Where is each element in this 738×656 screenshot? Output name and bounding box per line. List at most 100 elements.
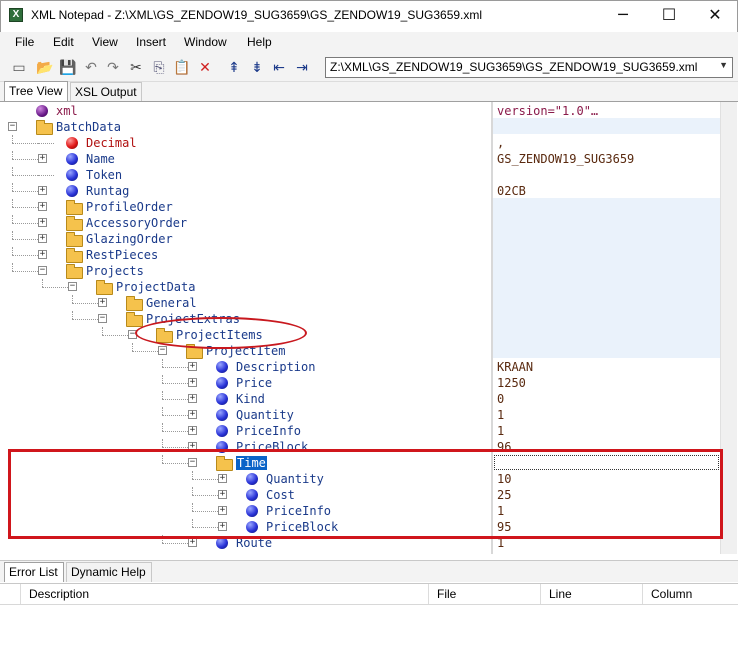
tree-node-name[interactable]: + Name xyxy=(0,151,490,167)
tree-node-token[interactable]: Token xyxy=(0,167,490,183)
save-icon[interactable]: 💾 xyxy=(59,59,77,77)
tree-node-price[interactable]: + Price xyxy=(0,375,490,391)
tree-node-value[interactable]: 1250 xyxy=(497,376,526,390)
tree-node-general[interactable]: + General xyxy=(0,295,490,311)
tree-node-value[interactable]: 02CB xyxy=(497,184,526,198)
menu-help[interactable]: Help xyxy=(247,35,272,49)
column-column[interactable]: Column xyxy=(651,587,692,601)
nudge-down-icon[interactable]: ⇟ xyxy=(248,59,266,77)
nudge-up-icon[interactable]: ⇞ xyxy=(225,59,243,77)
error-list-body xyxy=(0,605,738,656)
folder-icon xyxy=(186,344,203,359)
paste-icon[interactable]: 📋 xyxy=(173,59,191,77)
tree-node-value[interactable]: KRAAN xyxy=(497,360,533,374)
expand-icon[interactable]: + xyxy=(188,394,197,403)
tree-node-value[interactable]: version="1.0"… xyxy=(497,104,598,118)
tree-node-value[interactable]: 1 xyxy=(497,408,504,422)
tree-node-projectdata[interactable]: − ProjectData xyxy=(0,279,490,295)
column-description[interactable]: Description xyxy=(29,587,89,601)
expand-icon[interactable]: + xyxy=(38,202,47,211)
column-file[interactable]: File xyxy=(437,587,456,601)
expand-icon[interactable]: + xyxy=(38,234,47,243)
tree-guide-line xyxy=(12,199,13,207)
expand-icon[interactable]: + xyxy=(38,218,47,227)
menu-edit[interactable]: Edit xyxy=(53,35,74,49)
expand-icon[interactable]: + xyxy=(38,186,47,195)
collapse-icon[interactable]: − xyxy=(68,282,77,291)
nudge-right-icon[interactable]: ⇥ xyxy=(293,59,311,77)
tree-node-label: AccessoryOrder xyxy=(86,216,188,230)
tree-node-value[interactable]: 0 xyxy=(497,392,504,406)
tree-node-restpieces[interactable]: + RestPieces xyxy=(0,247,490,263)
tree-node-decimal[interactable]: Decimal xyxy=(0,135,490,151)
tree-guide-line xyxy=(12,143,40,144)
file-path-value: Z:\XML\GS_ZENDOW19_SUG3659\GS_ZENDOW19_S… xyxy=(330,60,698,74)
folder-icon xyxy=(66,264,83,279)
expand-icon[interactable]: + xyxy=(38,154,47,163)
maximize-button[interactable]: ☐ xyxy=(646,0,692,30)
expand-icon[interactable]: + xyxy=(188,362,197,371)
expand-icon[interactable]: + xyxy=(188,410,197,419)
tree-node-description[interactable]: + Description xyxy=(0,359,490,375)
collapse-icon[interactable]: − xyxy=(98,314,107,323)
tab-dynamic-help[interactable]: Dynamic Help xyxy=(66,562,152,582)
collapse-icon[interactable]: − xyxy=(158,346,167,355)
tree-node-accessoryorder[interactable]: + AccessoryOrder xyxy=(0,215,490,231)
tree-node-xml[interactable]: xml xyxy=(0,103,490,119)
nudge-left-icon[interactable]: ⇤ xyxy=(270,59,288,77)
menu-file[interactable]: File xyxy=(15,35,34,49)
tree-guide-line xyxy=(12,247,13,255)
tree-guide-line xyxy=(12,263,13,271)
tree-node-profileorder[interactable]: + ProfileOrder xyxy=(0,199,490,215)
expand-icon[interactable]: + xyxy=(188,538,197,547)
tab-error-list[interactable]: Error List xyxy=(4,562,64,582)
file-path-combo[interactable]: Z:\XML\GS_ZENDOW19_SUG3659\GS_ZENDOW19_S… xyxy=(325,57,733,78)
collapse-icon[interactable]: − xyxy=(38,266,47,275)
copy-icon[interactable]: ⎘ xyxy=(150,59,168,77)
tree-guide-line xyxy=(132,343,133,351)
column-line[interactable]: Line xyxy=(549,587,572,601)
expand-icon[interactable]: + xyxy=(38,250,47,259)
tree-node-projects[interactable]: − Projects xyxy=(0,263,490,279)
tree-guide-line xyxy=(12,271,40,272)
expand-icon[interactable]: + xyxy=(98,298,107,307)
collapse-icon[interactable]: − xyxy=(8,122,17,131)
menu-view[interactable]: View xyxy=(92,35,118,49)
tree-node-label: Name xyxy=(86,152,115,166)
menu-window[interactable]: Window xyxy=(184,35,227,49)
tab-tree-view[interactable]: Tree View xyxy=(4,81,68,102)
tree-node-priceinfo[interactable]: + PriceInfo xyxy=(0,423,490,439)
delete-icon[interactable]: ✕ xyxy=(196,59,214,77)
cut-icon[interactable]: ✂ xyxy=(127,59,145,77)
minimize-button[interactable]: ─ xyxy=(600,0,646,30)
tree-node-value[interactable]: , xyxy=(497,136,504,150)
tree-node-label: Quantity xyxy=(236,408,294,422)
tree-node-label: xml xyxy=(56,104,78,118)
chevron-down-icon[interactable]: ▼ xyxy=(719,60,728,70)
undo-icon[interactable]: ↶ xyxy=(82,59,100,77)
tree-guide-line xyxy=(72,303,100,304)
tree-node-value[interactable]: 1 xyxy=(497,424,504,438)
new-file-icon[interactable]: ▭ xyxy=(10,59,28,77)
close-button[interactable]: ✕ xyxy=(692,0,738,30)
open-folder-icon[interactable]: 📂 xyxy=(36,59,54,77)
tree-guide-line xyxy=(162,423,163,431)
tab-xsl-output[interactable]: XSL Output xyxy=(70,82,142,101)
menu-insert[interactable]: Insert xyxy=(136,35,166,49)
expand-icon[interactable]: + xyxy=(188,426,197,435)
tree-node-glazingorder[interactable]: + GlazingOrder xyxy=(0,231,490,247)
tree-node-runtag[interactable]: + Runtag xyxy=(0,183,490,199)
tree-node-label: GlazingOrder xyxy=(86,232,173,246)
tree-guide-line xyxy=(42,287,70,288)
tree-node-value[interactable]: GS_ZENDOW19_SUG3659 xyxy=(497,152,634,166)
tree-node-batchdata[interactable]: − BatchData xyxy=(0,119,490,135)
redo-icon[interactable]: ↷ xyxy=(104,59,122,77)
column-separator xyxy=(642,584,643,604)
tree-guide-line xyxy=(102,335,130,336)
blue-ball-icon xyxy=(216,409,228,421)
tree-guide-line xyxy=(12,151,13,159)
tree-node-kind[interactable]: + Kind xyxy=(0,391,490,407)
tree-node-quantity[interactable]: + Quantity xyxy=(0,407,490,423)
expand-icon[interactable]: + xyxy=(188,378,197,387)
tree-node-label: Projects xyxy=(86,264,144,278)
